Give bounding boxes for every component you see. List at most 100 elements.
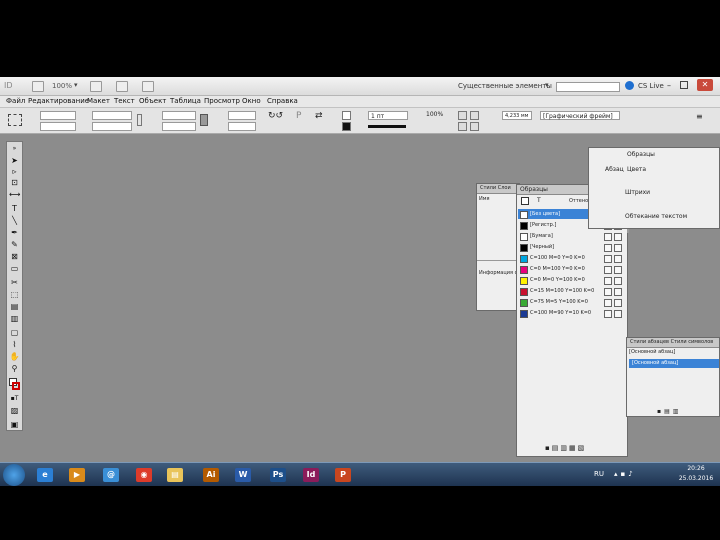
- x-field[interactable]: [40, 111, 76, 120]
- apply-color-icon[interactable]: ▪T: [9, 394, 20, 404]
- workspace-switcher[interactable]: Существенные элементы: [458, 82, 552, 90]
- start-button[interactable]: [3, 464, 25, 486]
- maximize-button[interactable]: [680, 81, 688, 89]
- taskbar-app-explorer[interactable]: ▤: [162, 465, 188, 485]
- text-frame-icon[interactable]: P: [296, 111, 301, 121]
- cs-live-button[interactable]: CS Live: [638, 82, 664, 90]
- stroke-color-icon[interactable]: [12, 382, 20, 390]
- clock-date[interactable]: 25.03.2016: [676, 475, 716, 482]
- taskbar-app-word[interactable]: W: [230, 465, 256, 485]
- object-style-select[interactable]: [Графический фрейм]: [540, 111, 620, 120]
- shear-field[interactable]: [228, 122, 256, 131]
- menu-type[interactable]: Текст: [114, 97, 135, 105]
- taskbar-app-photoshop[interactable]: Ps: [265, 465, 291, 485]
- swatch-text-icon[interactable]: T: [537, 197, 541, 204]
- swatch-row[interactable]: C=100 M=0 Y=0 K=0: [518, 253, 627, 263]
- taskbar-app-ie[interactable]: e: [32, 465, 58, 485]
- clock-time[interactable]: 20:26: [676, 465, 716, 472]
- y-field[interactable]: [40, 122, 76, 131]
- cs-live-icon[interactable]: [625, 81, 634, 90]
- taskbar-app-indesign[interactable]: Id: [298, 465, 324, 485]
- taskbar-app-chrome[interactable]: ◉: [131, 465, 157, 485]
- gradient-feather-tool-icon[interactable]: ▥: [9, 314, 20, 324]
- reference-point-icon[interactable]: [8, 114, 22, 126]
- paragraph-style-selected-row[interactable]: [Основной абзац]: [629, 359, 719, 368]
- scale-y-field[interactable]: [162, 122, 196, 131]
- tray-icons[interactable]: ▴▪♪: [614, 470, 636, 478]
- taskbar-app-powerpoint[interactable]: P: [330, 465, 356, 485]
- swatch-bottom-icons[interactable]: ▪▤▥▦▧: [545, 444, 586, 452]
- rotate-icon[interactable]: ↻↺: [268, 111, 283, 121]
- pen-tool-icon[interactable]: ✒: [9, 228, 20, 238]
- tab-styles[interactable]: Стили: [480, 185, 496, 191]
- zoom-tool-icon[interactable]: ⚲: [9, 364, 20, 374]
- menu-edit[interactable]: Редактирование: [28, 97, 89, 105]
- menu-layout[interactable]: Макет: [87, 97, 110, 105]
- swatches-panel-title[interactable]: Образцы: [520, 186, 548, 193]
- free-transform-tool-icon[interactable]: ⬚: [9, 290, 20, 300]
- panel-swatches-link[interactable]: Образцы: [627, 151, 655, 158]
- center-content-icon[interactable]: [458, 122, 467, 131]
- eyedropper-tool-icon[interactable]: ⌇: [9, 340, 20, 350]
- swatch-fill-icon[interactable]: [521, 197, 529, 205]
- width-field[interactable]: [92, 111, 132, 120]
- menu-file[interactable]: Файл: [6, 97, 25, 105]
- direct-selection-tool-icon[interactable]: ▹: [9, 167, 20, 177]
- stroke-swatch[interactable]: [342, 122, 351, 131]
- constrain-proportions-icon[interactable]: [137, 114, 142, 126]
- zoom-dropdown-icon[interactable]: ▾: [74, 81, 78, 89]
- panel-colors-link[interactable]: Цвета: [627, 166, 646, 173]
- pencil-tool-icon[interactable]: ✎: [9, 240, 20, 250]
- panel-strokes-link[interactable]: Штрихи: [625, 189, 650, 196]
- page-tool-icon[interactable]: ⊡: [9, 178, 20, 188]
- flip-icon[interactable]: ⇄: [315, 111, 323, 121]
- gap-tool-icon[interactable]: ⟷: [9, 190, 20, 200]
- fill-swatch[interactable]: [342, 111, 351, 120]
- arrange-documents-icon[interactable]: [142, 81, 154, 92]
- view-options-icon[interactable]: [90, 81, 102, 92]
- hand-tool-icon[interactable]: ✋: [9, 352, 20, 362]
- screen-mode-icon[interactable]: [116, 81, 128, 92]
- close-button[interactable]: ✕: [697, 79, 713, 91]
- tab-character-styles[interactable]: Стили символов: [671, 339, 714, 345]
- swatch-row[interactable]: [Бумага]: [518, 231, 627, 241]
- search-input[interactable]: [556, 82, 620, 92]
- apply-none-icon[interactable]: ▨: [9, 406, 20, 416]
- taskbar-app-media[interactable]: ▶: [64, 465, 90, 485]
- stroke-type-selector[interactable]: [368, 125, 406, 128]
- menu-help[interactable]: Справка: [267, 97, 298, 105]
- bridge-icon[interactable]: [32, 81, 44, 92]
- swatch-row[interactable]: C=0 M=0 Y=100 K=0: [518, 275, 627, 285]
- measure-field[interactable]: 4,233 мм: [502, 111, 532, 120]
- gradient-tool-icon[interactable]: ▤: [9, 302, 20, 312]
- zoom-level[interactable]: 100%: [52, 82, 72, 90]
- taskbar-app-illustrator[interactable]: Ai: [198, 465, 224, 485]
- menu-window[interactable]: Окно: [242, 97, 261, 105]
- constrain-scale-icon[interactable]: [200, 114, 208, 126]
- paragraph-bottom-icons[interactable]: ▪▤▥: [657, 408, 681, 415]
- note-tool-icon[interactable]: ▢: [9, 328, 20, 338]
- menu-view[interactable]: Просмотр: [204, 97, 240, 105]
- menu-table[interactable]: Таблица: [170, 97, 201, 105]
- menu-object[interactable]: Объект: [139, 97, 166, 105]
- type-tool-icon[interactable]: T: [9, 204, 20, 214]
- language-indicator[interactable]: RU: [594, 470, 604, 478]
- swatch-row[interactable]: C=15 M=100 Y=100 K=0: [518, 286, 627, 296]
- line-tool-icon[interactable]: ╲: [9, 216, 20, 226]
- tab-paragraph-styles[interactable]: Стили абзацев: [630, 339, 669, 345]
- panel-text-wrap-link[interactable]: Обтекание текстом: [625, 213, 687, 220]
- toolbox-collapse-icon[interactable]: »: [9, 144, 20, 154]
- fit-frame-icon[interactable]: [470, 111, 479, 120]
- swatch-row[interactable]: C=0 M=100 Y=0 K=0: [518, 264, 627, 274]
- swatch-row[interactable]: C=75 M=5 Y=100 K=0: [518, 297, 627, 307]
- height-field[interactable]: [92, 122, 132, 131]
- rotate-field[interactable]: [228, 111, 256, 120]
- scale-x-field[interactable]: [162, 111, 196, 120]
- rectangle-tool-icon[interactable]: ▭: [9, 264, 20, 274]
- panel-menu-icon[interactable]: ≡: [696, 112, 703, 121]
- minimize-button[interactable]: –: [667, 81, 671, 90]
- panel-paragraph-link[interactable]: Абзац: [605, 166, 624, 173]
- taskbar-app-qip[interactable]: @: [98, 465, 124, 485]
- stroke-weight-field[interactable]: 1 пт: [368, 111, 408, 120]
- view-mode-icon[interactable]: ▣: [9, 420, 20, 430]
